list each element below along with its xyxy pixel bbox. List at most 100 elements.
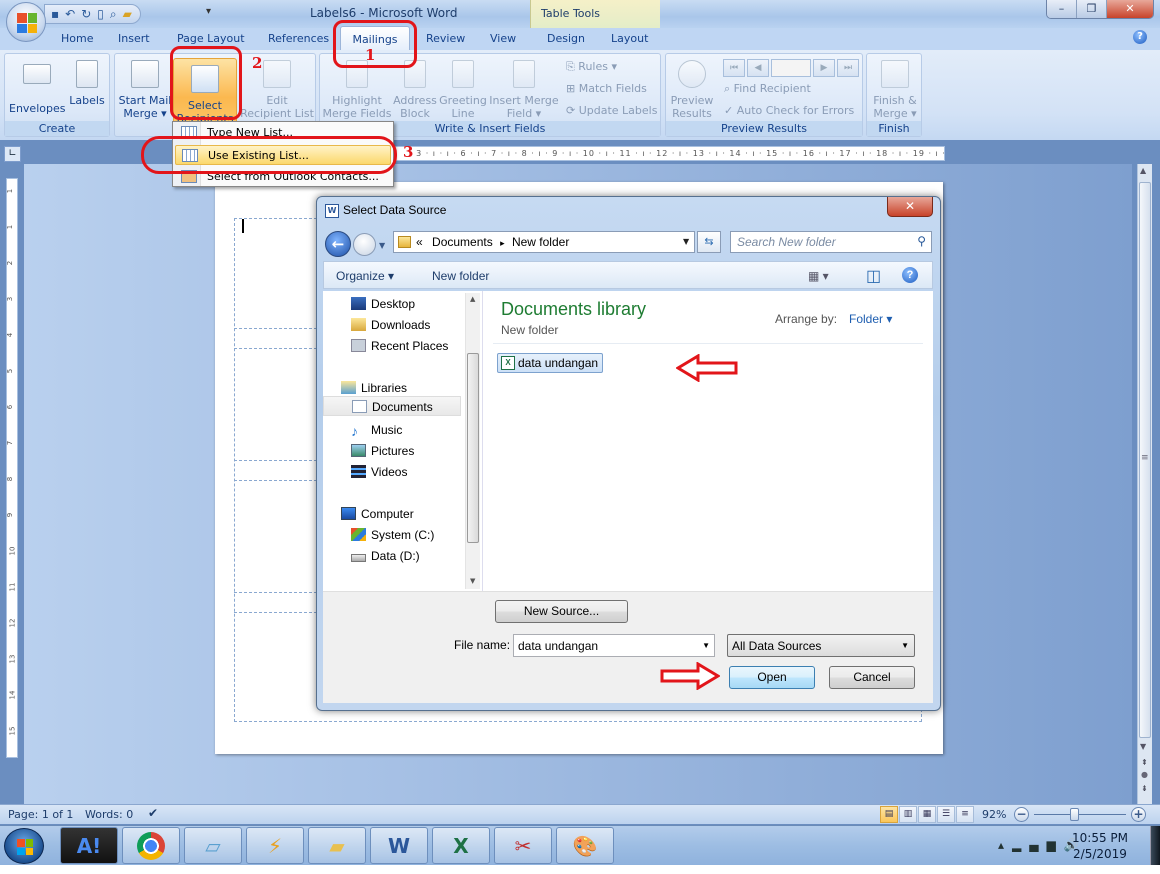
taskbar-snipping-tool[interactable]: ✂: [494, 827, 552, 864]
rules-button[interactable]: ⎘ Rules ▾: [566, 60, 617, 74]
proofing-icon[interactable]: ✔: [148, 806, 158, 820]
office-button[interactable]: [6, 2, 46, 42]
zoom-level[interactable]: 92%: [982, 808, 1006, 821]
recent-locations-dropdown[interactable]: ▼: [379, 241, 385, 250]
auto-check-errors-button[interactable]: ✓ Auto Check for Errors: [724, 104, 854, 117]
back-button[interactable]: ←: [325, 231, 351, 257]
previous-record-button[interactable]: ◀: [747, 59, 769, 77]
change-view-button[interactable]: ▦ ▾: [808, 269, 829, 283]
taskbar-word[interactable]: W: [370, 827, 428, 864]
nav-item-pictures[interactable]: Pictures: [351, 444, 414, 458]
select-recipients-button[interactable]: Select Recipients ▾: [173, 58, 237, 138]
show-desktop-button[interactable]: [1150, 826, 1160, 866]
file-name-input[interactable]: data undangan ▼: [513, 634, 715, 657]
restore-button[interactable]: ❐: [1077, 0, 1107, 18]
file-item-data-undangan[interactable]: X data undangan: [497, 353, 604, 373]
address-dropdown-icon[interactable]: ▼: [683, 237, 689, 246]
envelopes-button[interactable]: Envelopes: [9, 60, 65, 115]
help-icon[interactable]: ?: [1133, 30, 1147, 44]
dialog-help-button[interactable]: ?: [902, 267, 918, 283]
start-button[interactable]: [4, 828, 44, 864]
new-folder-button[interactable]: New folder: [432, 269, 489, 283]
nav-item-videos[interactable]: Videos: [351, 465, 407, 479]
next-page-icon[interactable]: ⇟: [1141, 784, 1148, 793]
breadcrumb-separator-icon[interactable]: ▸: [500, 238, 505, 248]
breadcrumb-new-folder[interactable]: New folder: [512, 235, 569, 249]
menu-item-use-existing-list[interactable]: Use Existing List...: [175, 145, 391, 165]
scroll-down-icon[interactable]: ▼: [470, 577, 475, 585]
menu-item-type-new-list[interactable]: Type New List...: [175, 123, 391, 143]
page-count[interactable]: Page: 1 of 1: [8, 808, 73, 821]
clock[interactable]: 10:55 PM 2/5/2019: [1072, 830, 1128, 862]
taskbar-typing-app[interactable]: A!: [60, 827, 118, 864]
redo-icon[interactable]: ↻: [81, 8, 91, 20]
nav-pane-scrollbar[interactable]: ▲ ▼: [465, 293, 480, 589]
taskbar-chrome[interactable]: [122, 827, 180, 864]
print-preview-icon[interactable]: ⌕: [110, 8, 117, 20]
scrollbar-thumb[interactable]: [1139, 182, 1151, 738]
nav-item-music[interactable]: ♪ Music: [351, 423, 402, 439]
dialog-close-button[interactable]: ✕: [887, 197, 933, 217]
vertical-ruler[interactable]: 1 1 2 3 4 5 6 7 8 9 10 11 12 13 14 15: [6, 178, 18, 758]
breadcrumb-documents[interactable]: Documents: [432, 235, 493, 249]
undo-icon[interactable]: ↶: [65, 8, 75, 20]
new-document-icon[interactable]: ▯: [97, 8, 104, 20]
tab-review[interactable]: Review: [426, 32, 465, 45]
preview-pane-button[interactable]: ◫: [866, 266, 881, 286]
vertical-scrollbar[interactable]: ▲ ▼ ⇞ ● ⇟: [1137, 164, 1152, 804]
open-button[interactable]: Open: [729, 666, 815, 689]
print-layout-icon[interactable]: ▤: [880, 806, 898, 823]
search-input[interactable]: Search New folder ⚲: [730, 231, 932, 253]
edit-recipient-list-button[interactable]: Edit Recipient List: [239, 60, 315, 120]
tab-layout[interactable]: Layout: [611, 32, 648, 45]
nav-item-computer[interactable]: Computer: [341, 507, 414, 521]
highlight-merge-fields-button[interactable]: Highlight Merge Fields: [322, 60, 392, 120]
save-icon[interactable]: ▪: [51, 8, 59, 20]
taskbar-file-explorer[interactable]: ▰: [308, 827, 366, 864]
file-type-select[interactable]: All Data Sources ▼: [727, 634, 915, 657]
taskbar-notepad[interactable]: ▱: [184, 827, 242, 864]
zoom-out-button[interactable]: −: [1014, 807, 1029, 822]
scroll-up-icon[interactable]: ▲: [1140, 166, 1146, 175]
nav-item-recent-places[interactable]: Recent Places: [351, 339, 448, 353]
insert-merge-field-button[interactable]: Insert Merge Field ▾: [488, 60, 560, 120]
organize-button[interactable]: Organize ▾: [336, 269, 394, 283]
tab-design[interactable]: Design: [547, 32, 585, 45]
arrange-by-dropdown[interactable]: Folder ▾: [849, 312, 892, 326]
tab-home[interactable]: Home: [61, 32, 93, 45]
outline-icon[interactable]: ☰: [937, 806, 955, 823]
zoom-slider[interactable]: [1034, 814, 1126, 815]
refresh-button[interactable]: ⇆: [697, 231, 721, 253]
record-number-input[interactable]: [771, 59, 811, 77]
breadcrumb-overflow[interactable]: «: [416, 235, 423, 249]
update-labels-button[interactable]: ⟳ Update Labels: [566, 104, 657, 117]
greeting-line-button[interactable]: Greeting Line: [438, 60, 488, 120]
start-mail-merge-button[interactable]: Start Mail Merge ▾: [117, 60, 173, 120]
nav-item-data-d[interactable]: Data (D:): [351, 549, 420, 563]
tab-page-layout[interactable]: Page Layout: [177, 32, 245, 45]
zoom-slider-thumb[interactable]: [1070, 808, 1079, 821]
last-record-button[interactable]: ⏭: [837, 59, 859, 77]
nav-item-libraries[interactable]: Libraries: [341, 381, 407, 395]
tab-view[interactable]: View: [490, 32, 516, 45]
address-block-button[interactable]: Address Block: [392, 60, 438, 120]
scroll-up-icon[interactable]: ▲: [470, 295, 475, 303]
labels-button[interactable]: Labels: [67, 60, 107, 107]
minimize-button[interactable]: –: [1047, 0, 1077, 18]
draft-icon[interactable]: ≡: [956, 806, 974, 823]
tab-references[interactable]: References: [268, 32, 329, 45]
zoom-in-button[interactable]: +: [1131, 807, 1146, 822]
tab-insert[interactable]: Insert: [118, 32, 150, 45]
first-record-button[interactable]: ⏮: [723, 59, 745, 77]
nav-item-desktop[interactable]: Desktop: [351, 297, 415, 311]
tab-selector-button[interactable]: ∟: [4, 146, 21, 162]
nav-scroll-thumb[interactable]: [467, 353, 479, 543]
word-count[interactable]: Words: 0: [85, 808, 133, 821]
browse-object-icon[interactable]: ●: [1141, 770, 1148, 779]
open-folder-icon[interactable]: ▰: [123, 8, 132, 20]
forward-button[interactable]: [353, 233, 376, 256]
network-icon[interactable]: ▂▄▆: [1012, 838, 1064, 852]
match-fields-button[interactable]: ⊞ Match Fields: [566, 82, 647, 95]
taskbar-winamp[interactable]: ⚡: [246, 827, 304, 864]
address-bar[interactable]: « Documents ▸ New folder: [393, 231, 695, 253]
